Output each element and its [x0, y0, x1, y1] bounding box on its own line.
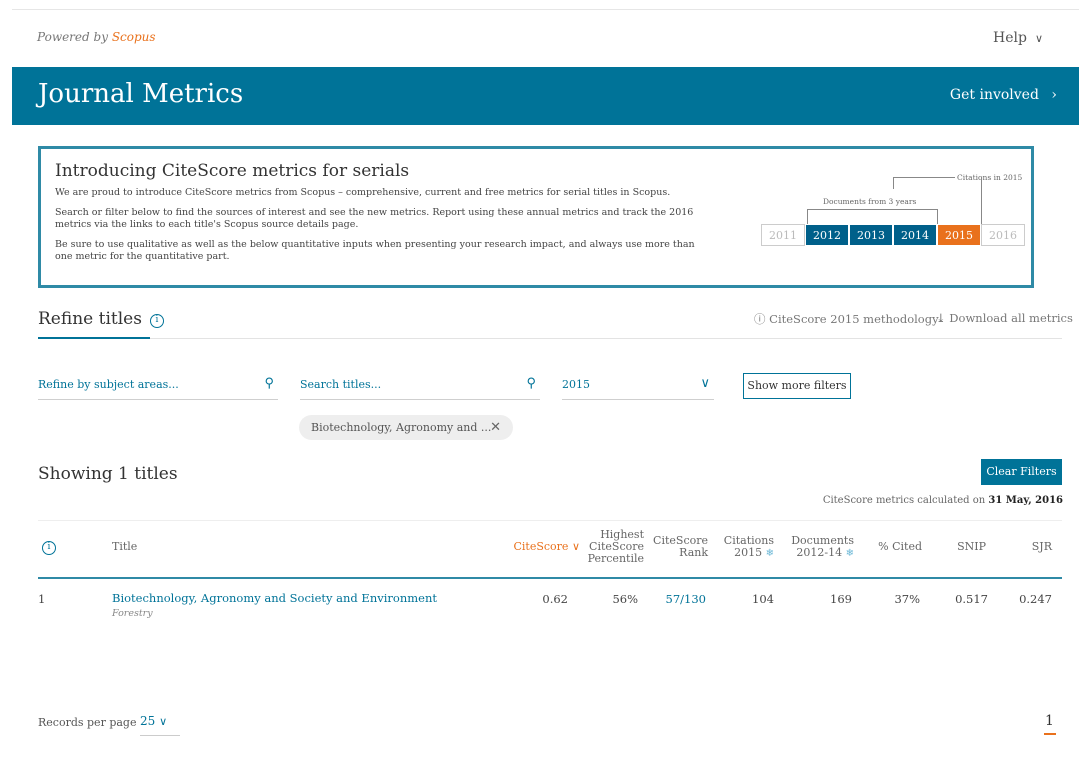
- calc-date: 31 May, 2016: [988, 495, 1063, 506]
- col-citations[interactable]: Citations 2015 ❄: [718, 535, 774, 560]
- row-snip: 0.517: [955, 592, 988, 606]
- citescore-diagram: Citations in 2015 Documents from 3 years…: [759, 167, 1029, 247]
- year-row: 2011 2012 2013 2014 2015 2016: [761, 224, 1025, 246]
- records-per-page-label: Records per page: [38, 716, 137, 729]
- refine-titles-heading: Refine titles i: [38, 309, 164, 329]
- download-all-link[interactable]: ⤓ Download all metrics: [936, 311, 1073, 325]
- year-cell: 2016: [981, 224, 1025, 246]
- col-citescore[interactable]: CiteScore ∨: [500, 541, 580, 553]
- search-icon: ⚲: [526, 376, 536, 391]
- records-per-page-value: 25: [140, 714, 156, 728]
- powered-by: Powered by Scopus: [37, 30, 156, 44]
- citations-label: Citations in 2015: [957, 173, 1023, 182]
- year-cell: 2011: [761, 224, 805, 246]
- pagination-page[interactable]: 1: [1045, 713, 1054, 729]
- methodology-label: CiteScore 2015 methodology: [769, 312, 939, 326]
- page-title: Journal Metrics: [38, 79, 244, 109]
- row-title-link[interactable]: Biotechnology, Agronomy and Society and …: [112, 591, 437, 605]
- row-sjr: 0.247: [1019, 592, 1052, 606]
- download-icon: ⤓: [936, 311, 946, 325]
- refine-divider: [38, 338, 1062, 339]
- info-icon[interactable]: i: [149, 314, 164, 328]
- col-documents-line2: 2012-14: [796, 546, 843, 559]
- col-cited[interactable]: % Cited: [866, 541, 922, 553]
- col-percentile[interactable]: Highest CiteScore Percentile: [578, 529, 644, 565]
- info-icon[interactable]: i: [40, 540, 58, 555]
- help-menu[interactable]: Help ∨: [993, 30, 1043, 46]
- row-cited: 37%: [894, 592, 920, 606]
- snowflake-icon: ❄: [845, 548, 854, 559]
- chevron-down-icon: ∨: [1034, 32, 1043, 45]
- info-icon: ⓘ: [754, 312, 766, 326]
- subject-area-placeholder: Refine by subject areas...: [38, 378, 179, 391]
- get-involved-link[interactable]: Get involved ›: [950, 87, 1057, 103]
- intro-paragraph-1: We are proud to introduce CiteScore metr…: [55, 187, 671, 198]
- col-rank[interactable]: CiteScore Rank: [650, 535, 708, 559]
- intro-paragraph-3: Be sure to use qualitative as well as th…: [55, 239, 695, 262]
- snowflake-icon: ❄: [765, 548, 774, 559]
- chevron-down-icon: ∨: [159, 715, 168, 728]
- row-citations: 104: [752, 592, 774, 606]
- row-percentile: 56%: [612, 592, 638, 606]
- year-cell: 2013: [849, 224, 893, 246]
- search-titles-input[interactable]: Search titles... ⚲: [300, 376, 540, 400]
- row-rank-link[interactable]: 57/130: [652, 592, 706, 606]
- diagram-line: [981, 177, 982, 224]
- top-divider: [12, 9, 1079, 10]
- diagram-line: [807, 209, 808, 224]
- methodology-link[interactable]: ⓘ CiteScore 2015 methodology: [754, 311, 939, 327]
- chevron-right-icon: ›: [1051, 87, 1057, 103]
- col-documents[interactable]: Documents 2012-14 ❄: [788, 535, 854, 560]
- row-subject: Forestry: [112, 608, 153, 619]
- year-cell: 2014: [893, 224, 937, 246]
- search-icon: ⚲: [264, 376, 274, 391]
- diagram-line: [807, 209, 937, 210]
- col-snip[interactable]: SNIP: [946, 541, 986, 553]
- diagram-line: [937, 209, 938, 224]
- col-title[interactable]: Title: [112, 541, 137, 553]
- refine-title: Refine titles: [38, 309, 142, 329]
- calculation-date: CiteScore metrics calculated on 31 May, …: [823, 495, 1063, 506]
- show-more-filters-button[interactable]: Show more filters: [743, 373, 851, 399]
- intro-heading: Introducing CiteScore metrics for serial…: [55, 161, 410, 181]
- row-documents: 169: [830, 592, 852, 606]
- diagram-line: [893, 177, 955, 178]
- documents-label: Documents from 3 years: [823, 197, 917, 206]
- scopus-logo[interactable]: Scopus: [112, 30, 156, 44]
- chevron-down-icon: ∨: [700, 376, 710, 391]
- year-cell: 2015: [937, 224, 981, 246]
- citescore-intro-box: Introducing CiteScore metrics for serial…: [38, 146, 1034, 288]
- refine-active-underline: [38, 337, 150, 339]
- intro-paragraph-2: Search or filter below to find the sourc…: [55, 207, 694, 230]
- col-citations-line2: 2015: [734, 546, 763, 559]
- col-percentile-line3: Percentile: [587, 552, 644, 565]
- diagram-line: [893, 177, 894, 189]
- results-count: Showing 1 titles: [38, 464, 178, 484]
- year-cell: 2012: [805, 224, 849, 246]
- col-rank-line2: Rank: [679, 546, 708, 559]
- clear-filters-button[interactable]: Clear Filters: [981, 459, 1062, 485]
- subject-area-input[interactable]: Refine by subject areas... ⚲: [38, 376, 278, 400]
- filter-chip-label: Biotechnology, Agronomy and ...: [311, 421, 492, 434]
- get-involved-label: Get involved: [949, 87, 1039, 103]
- download-label: Download all metrics: [949, 311, 1073, 325]
- banner: Journal Metrics Get involved ›: [12, 67, 1079, 125]
- year-select[interactable]: 2015 ∨: [562, 376, 714, 400]
- table-header-divider: [38, 577, 1062, 579]
- help-label: Help: [993, 30, 1027, 46]
- pagination-active-underline: [1044, 733, 1056, 735]
- powered-prefix: Powered by: [37, 30, 108, 44]
- close-icon[interactable]: ✕: [490, 415, 501, 440]
- filter-chip: Biotechnology, Agronomy and ... ✕: [299, 415, 513, 440]
- col-citescore-label: CiteScore: [513, 540, 569, 553]
- records-per-page-select[interactable]: 25 ∨: [140, 714, 180, 736]
- search-titles-placeholder: Search titles...: [300, 378, 382, 391]
- row-index: 1: [38, 592, 46, 606]
- col-sjr[interactable]: SJR: [1016, 541, 1052, 553]
- calc-prefix: CiteScore metrics calculated on: [822, 495, 986, 506]
- year-select-value: 2015: [562, 378, 590, 391]
- row-citescore: 0.62: [542, 592, 568, 606]
